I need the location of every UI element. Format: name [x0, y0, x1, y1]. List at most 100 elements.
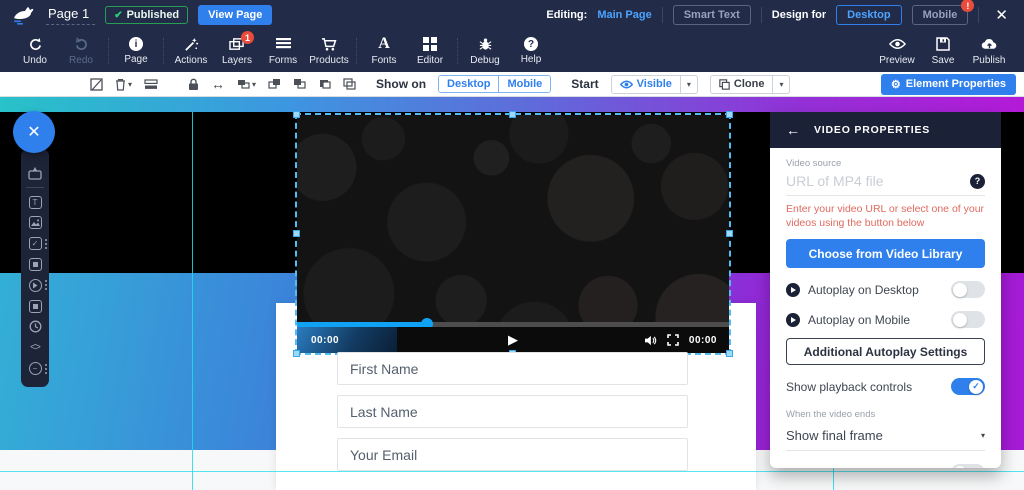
- eye-icon: [620, 80, 633, 89]
- fonts-menu-button[interactable]: A Fonts: [361, 36, 407, 66]
- selection-handle[interactable]: [726, 111, 733, 118]
- divider: [108, 38, 109, 64]
- fullscreen-icon[interactable]: [667, 334, 679, 346]
- video-poster[interactable]: [297, 115, 729, 353]
- layout-rows-icon[interactable]: [144, 79, 158, 90]
- selection-handle[interactable]: [293, 350, 300, 357]
- close-editor-icon[interactable]: ✕: [989, 6, 1014, 24]
- more-options-icon[interactable]: [45, 364, 47, 374]
- chevron-down-icon[interactable]: ▾: [128, 80, 132, 89]
- video-tool-button[interactable]: [21, 275, 49, 296]
- email-input[interactable]: Your Email: [337, 438, 688, 471]
- form-tool-button[interactable]: ✓: [21, 233, 49, 254]
- divider: [978, 7, 979, 23]
- play-circle-icon: [29, 279, 42, 292]
- products-menu-button[interactable]: Products: [306, 36, 352, 66]
- duplicate-icon[interactable]: [343, 78, 356, 90]
- close-elements-fab[interactable]: ✕: [13, 111, 55, 153]
- text-tool-button[interactable]: T: [21, 192, 49, 213]
- clone-button[interactable]: Clone: [711, 76, 773, 93]
- animate-play-toggle[interactable]: [951, 464, 985, 468]
- chevron-down-icon: ▾: [981, 431, 985, 440]
- undo-button[interactable]: Undo: [12, 36, 58, 66]
- bring-forward-icon[interactable]: [318, 78, 331, 90]
- header-gradient-strip: [0, 97, 1024, 112]
- published-badge: ✔ Published: [105, 6, 188, 24]
- page-canvas[interactable]: 00:00 ▶ 00:00 First Name Last Name Your …: [0, 97, 1024, 490]
- page-menu-button[interactable]: i Page: [113, 37, 159, 65]
- horizontal-resize-icon[interactable]: ↔: [211, 76, 225, 92]
- actions-menu-button[interactable]: Actions: [168, 36, 214, 66]
- editing-target-link[interactable]: Main Page: [597, 9, 651, 21]
- preview-button[interactable]: Preview: [874, 36, 920, 66]
- more-options-icon[interactable]: [45, 280, 47, 290]
- visible-dropdown-button[interactable]: ▾: [680, 76, 697, 93]
- visible-button[interactable]: Visible: [612, 76, 680, 93]
- chevron-down-icon[interactable]: ▾: [252, 80, 256, 89]
- divider: [356, 38, 357, 64]
- choose-video-library-button[interactable]: Choose from Video Library: [786, 239, 985, 268]
- undo-icon: [28, 36, 43, 52]
- info-icon: i: [129, 37, 143, 51]
- image-icon: [29, 216, 42, 229]
- selection-handle[interactable]: [726, 230, 733, 237]
- send-to-back-icon[interactable]: [293, 78, 306, 90]
- panel-title: VIDEO PROPERTIES: [814, 124, 930, 136]
- additional-autoplay-settings-button[interactable]: Additional Autoplay Settings: [786, 338, 985, 365]
- button-tool-button[interactable]: [21, 254, 49, 275]
- redo-icon: [74, 36, 89, 52]
- publish-button[interactable]: Publish: [966, 36, 1012, 66]
- bring-to-front-icon[interactable]: [268, 78, 281, 90]
- selection-handle[interactable]: [293, 111, 300, 118]
- design-mobile-button[interactable]: Mobile: [912, 5, 969, 25]
- selection-handle[interactable]: [509, 111, 516, 118]
- selection-handle[interactable]: [293, 230, 300, 237]
- divider: [26, 187, 44, 188]
- help-icon[interactable]: ?: [970, 174, 985, 189]
- cart-icon: [321, 36, 337, 52]
- save-button[interactable]: Save: [920, 36, 966, 66]
- design-for-label: Design for: [772, 9, 826, 21]
- arrange-icon[interactable]: ▾: [237, 79, 256, 90]
- image-tool-button[interactable]: [21, 213, 49, 234]
- square-icon: [29, 258, 42, 271]
- video-element-selected[interactable]: 00:00 ▶ 00:00: [297, 115, 729, 353]
- video-url-input[interactable]: URL of MP4 file ?: [786, 173, 985, 196]
- redo-button[interactable]: Redo: [58, 36, 104, 66]
- debug-menu-button[interactable]: Debug: [462, 36, 508, 66]
- volume-icon[interactable]: [644, 335, 657, 346]
- delete-icon[interactable]: ▾: [115, 78, 132, 91]
- misc-tool-button[interactable]: −: [21, 358, 49, 379]
- forms-menu-button[interactable]: Forms: [260, 36, 306, 66]
- sections-tool-button[interactable]: [21, 163, 49, 184]
- element-properties-button[interactable]: ⚙ Element Properties: [881, 74, 1016, 95]
- layers-menu-button[interactable]: 1 Layers: [214, 36, 260, 66]
- autoplay-desktop-toggle[interactable]: [951, 281, 985, 298]
- code-tool-button[interactable]: <>: [21, 337, 49, 358]
- magic-wand-icon: [184, 36, 199, 52]
- show-on-mobile-button[interactable]: Mobile: [498, 76, 550, 92]
- first-name-input[interactable]: First Name: [337, 352, 688, 385]
- block-tool-button[interactable]: [21, 296, 49, 317]
- smart-text-button[interactable]: Smart Text: [673, 5, 751, 25]
- view-page-button[interactable]: View Page: [198, 5, 272, 25]
- countdown-tool-button[interactable]: [21, 317, 49, 338]
- lock-icon[interactable]: [188, 78, 199, 91]
- show-on-desktop-button[interactable]: Desktop: [439, 76, 498, 92]
- more-options-icon[interactable]: [45, 239, 47, 249]
- video-ends-dropdown[interactable]: Show final frame ▾: [786, 424, 985, 451]
- selection-handle[interactable]: [726, 350, 733, 357]
- clear-style-icon[interactable]: [90, 78, 103, 91]
- clone-dropdown-button[interactable]: ▾: [772, 76, 789, 93]
- editor-menu-button[interactable]: Editor: [407, 36, 453, 66]
- clock-icon: [29, 320, 42, 333]
- show-playback-controls-toggle[interactable]: ✓: [951, 378, 985, 395]
- editing-label: Editing:: [546, 9, 587, 21]
- help-menu-button[interactable]: ? Help: [508, 37, 554, 65]
- play-icon[interactable]: ▶: [508, 332, 518, 348]
- page-title[interactable]: Page 1: [46, 5, 95, 25]
- back-arrow-icon[interactable]: ←: [786, 122, 800, 138]
- last-name-input[interactable]: Last Name: [337, 395, 688, 428]
- autoplay-mobile-toggle[interactable]: [951, 311, 985, 328]
- design-desktop-button[interactable]: Desktop: [836, 5, 901, 25]
